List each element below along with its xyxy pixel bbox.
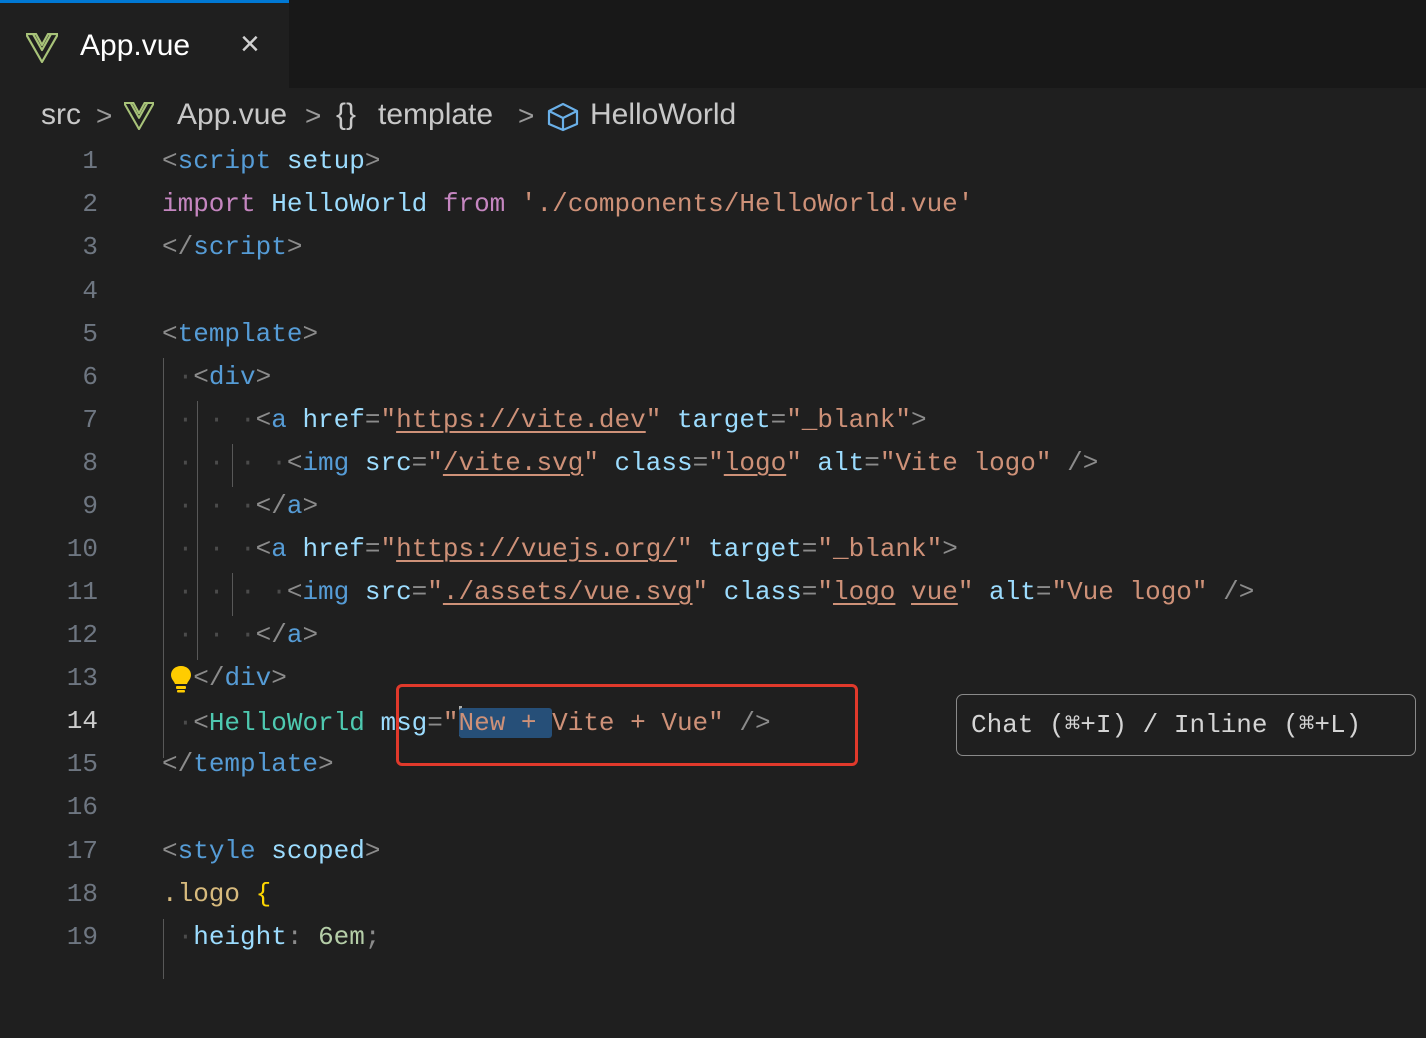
chevron-right-icon: > bbox=[96, 100, 113, 131]
code-line: 18 .logo { bbox=[0, 875, 1426, 918]
close-icon[interactable]: × bbox=[240, 25, 260, 64]
line-number: 1 bbox=[82, 146, 98, 176]
line-number: 12 bbox=[66, 620, 98, 650]
line-number: 17 bbox=[66, 836, 98, 866]
code-line: 10 · · ·<a href="https://vuejs.org/" tar… bbox=[0, 530, 1426, 573]
line-number: 7 bbox=[82, 405, 98, 435]
line-number: 19 bbox=[66, 922, 98, 952]
code-line: 17 <style scoped> bbox=[0, 832, 1426, 875]
chevron-right-icon: > bbox=[518, 100, 535, 131]
code-line: 8 · · · ·<img src="/vite.svg" class="log… bbox=[0, 444, 1426, 487]
tab-app-vue[interactable]: App.vue × bbox=[0, 0, 289, 88]
code-line: 12 · · ·</a> bbox=[0, 616, 1426, 659]
code-line: 7 · · ·<a href="https://vite.dev" target… bbox=[0, 401, 1426, 444]
braces-icon: {} bbox=[336, 98, 357, 131]
line-number: 8 bbox=[82, 448, 98, 478]
breadcrumb-helloworld[interactable]: HelloWorld bbox=[590, 98, 736, 132]
code-line: 4 bbox=[0, 272, 1426, 315]
line-number: 15 bbox=[66, 749, 98, 779]
breadcrumb-src[interactable]: src bbox=[41, 98, 81, 132]
line-number: 6 bbox=[82, 362, 98, 392]
code-line: 11 · · · ·<img src="./assets/vue.svg" cl… bbox=[0, 573, 1426, 616]
breadcrumb: src > App.vue > {} template > HelloWorld bbox=[0, 88, 1426, 144]
line-number: 11 bbox=[66, 577, 98, 607]
breadcrumb-template[interactable]: template bbox=[378, 98, 493, 132]
code-line: 6 ·<div> bbox=[0, 358, 1426, 401]
tab-bar: App.vue × bbox=[0, 0, 1426, 88]
code-line: 5 <template> bbox=[0, 315, 1426, 358]
highlight-box bbox=[396, 684, 858, 766]
line-number: 5 bbox=[82, 319, 98, 349]
tab-title: App.vue bbox=[80, 29, 191, 62]
code-line: 1 <script setup> bbox=[0, 142, 1426, 185]
vue-logo-icon bbox=[123, 101, 155, 138]
code-line: 3 </script> bbox=[0, 228, 1426, 271]
chevron-right-icon: > bbox=[305, 100, 322, 131]
code-line: 9 · · ·</a> bbox=[0, 487, 1426, 530]
line-number: 2 bbox=[82, 189, 98, 219]
line-number: 18 bbox=[66, 879, 98, 909]
line-number: 16 bbox=[66, 792, 98, 822]
code-line: 16 bbox=[0, 788, 1426, 831]
code-line: 19 ·height: 6em; bbox=[0, 918, 1426, 961]
vue-logo-icon bbox=[24, 32, 60, 68]
breadcrumb-app-vue[interactable]: App.vue bbox=[177, 98, 287, 132]
code-line: 2 import HelloWorld from './components/H… bbox=[0, 185, 1426, 228]
line-number: 14 bbox=[66, 706, 98, 736]
line-number: 4 bbox=[82, 276, 98, 306]
line-number: 9 bbox=[82, 491, 98, 521]
line-number: 3 bbox=[82, 232, 98, 262]
cube-icon bbox=[546, 102, 580, 140]
inline-chat-hint[interactable]: Chat (⌘+I) / Inline (⌘+L) bbox=[956, 694, 1416, 756]
line-number: 10 bbox=[66, 534, 98, 564]
lightbulb-icon[interactable] bbox=[169, 664, 193, 699]
line-number: 13 bbox=[66, 663, 98, 693]
